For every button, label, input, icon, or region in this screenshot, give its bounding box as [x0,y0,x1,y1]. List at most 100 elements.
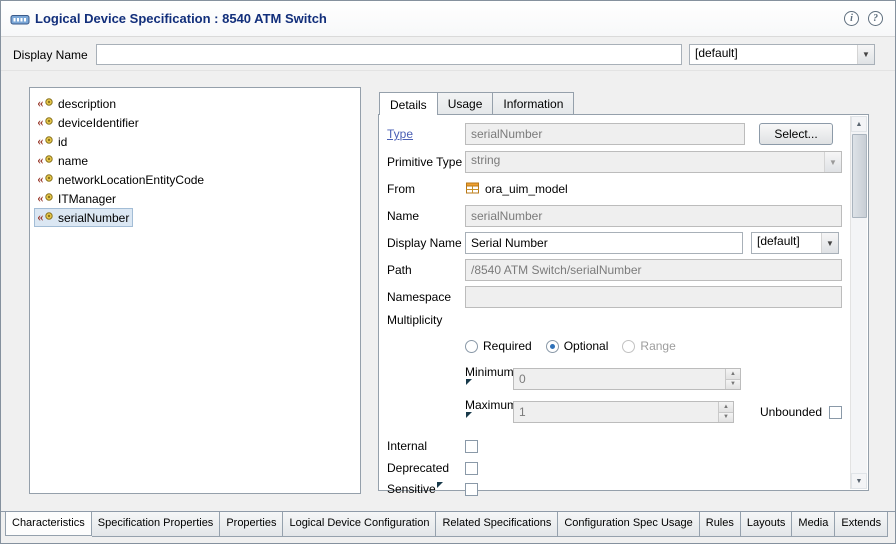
from-row: From ora_uim_model [387,180,842,198]
characteristics-tree: « description « deviceIdentifier « id « … [29,87,361,494]
sensitive-row: Sensitive [387,482,842,496]
field-display-name-input[interactable] [465,232,743,254]
tree-item-label: name [58,154,88,168]
header-actions: i ? [844,11,883,26]
tree-item-description[interactable]: « description [34,94,120,113]
bottom-tab-rules[interactable]: Rules [700,512,741,537]
display-name-row: Display Name [default] ▼ [387,232,842,254]
multiplicity-options-row: Required Optional Range [387,339,842,353]
bottom-tab-configuration-spec-usage[interactable]: Configuration Spec Usage [558,512,699,537]
path-label: Path [387,263,465,277]
svg-text:«: « [38,95,44,109]
name-row: Name serialNumber [387,205,842,227]
tree-item-label: ITManager [58,192,116,206]
type-link[interactable]: Type [387,127,465,141]
bottom-tab-logical-device-configuration[interactable]: Logical Device Configuration [283,512,436,537]
detail-tabs: Details Usage Information [378,91,869,114]
internal-row: Internal [387,439,842,453]
inherited-marker-icon [437,482,443,488]
tab-usage[interactable]: Usage [437,92,494,114]
tree-item-label: description [58,97,116,111]
tree-item-serialNumber[interactable]: « serialNumber [34,208,133,227]
deprecated-label: Deprecated [387,461,465,475]
tree-item-deviceIdentifier[interactable]: « deviceIdentifier [34,113,143,132]
help-icon[interactable]: ? [868,11,883,26]
path-row: Path /8540 ATM Switch/serialNumber [387,259,842,281]
scrollbar-thumb[interactable] [852,134,867,218]
bottom-tab-properties[interactable]: Properties [220,512,283,537]
bottom-tab-specification-properties[interactable]: Specification Properties [92,512,221,537]
tree-item-name[interactable]: « name [34,151,92,170]
scroll-down-icon[interactable]: ▼ [851,473,867,489]
characteristic-icon: « [38,190,55,207]
minimum-row: Minimum 0 ▲▼ [387,365,842,393]
details-tab-folder: Details Usage Information Type serialNum… [378,91,869,491]
characteristic-icon: « [38,152,55,169]
svg-text:«: « [38,209,44,223]
select-button[interactable]: Select... [759,123,833,145]
characteristic-icon: « [38,133,55,150]
field-locale-value: [default] [752,233,821,253]
spinner-up-icon: ▲ [719,402,733,412]
bottom-tab-extends[interactable]: Extends [835,512,888,537]
bottom-tab-characteristics[interactable]: Characteristics [5,511,92,536]
maximum-label: Maximum [465,398,513,426]
optional-radio[interactable] [546,340,559,353]
svg-text:«: « [38,152,44,166]
required-radio[interactable] [465,340,478,353]
bottom-tab-media[interactable]: Media [792,512,835,537]
tree-item-label: deviceIdentifier [58,116,139,130]
details-form: Type serialNumber Select... Primitive Ty… [387,123,842,496]
display-name-label: Display Name [13,48,88,62]
sensitive-checkbox[interactable] [465,483,478,496]
bottom-tab-layouts[interactable]: Layouts [741,512,793,537]
page-title: Logical Device Specification : 8540 ATM … [35,11,327,26]
display-name-input[interactable] [96,44,682,65]
chevron-down-icon: ▼ [821,233,838,253]
name-label: Name [387,209,465,223]
spinner-down-icon: ▼ [726,379,740,390]
locale-combo-value: [default] [690,45,857,64]
minimum-value: 0 [514,369,725,389]
bottom-tab-related-specifications[interactable]: Related Specifications [436,512,558,537]
minimum-spinner: 0 ▲▼ [513,368,741,390]
required-label: Required [483,339,532,353]
info-icon[interactable]: i [844,11,859,26]
unbounded-checkbox[interactable] [829,406,842,419]
tab-details[interactable]: Details [379,92,438,115]
multiplicity-label: Multiplicity [387,313,465,327]
vertical-scrollbar[interactable]: ▲ ▼ [850,116,867,489]
tab-information[interactable]: Information [492,92,574,114]
characteristic-icon: « [38,95,55,112]
tree-item-id[interactable]: « id [34,132,71,151]
internal-label: Internal [387,439,465,453]
type-row: Type serialNumber Select... [387,123,842,145]
tree-item-ITManager[interactable]: « ITManager [34,189,120,208]
editor-header: Logical Device Specification : 8540 ATM … [1,1,895,37]
multiplicity-row: Multiplicity [387,312,842,328]
locale-combo[interactable]: [default] ▼ [689,44,875,65]
range-label: Range [640,339,675,353]
chevron-down-icon: ▼ [824,152,841,172]
deprecated-checkbox[interactable] [465,462,478,475]
sensitive-label: Sensitive [387,482,465,496]
type-field: serialNumber [465,123,745,145]
maximum-value: 1 [514,402,718,422]
field-locale-combo[interactable]: [default] ▼ [751,232,839,254]
inherited-marker-icon [466,379,472,385]
characteristic-icon: « [38,171,55,188]
tree-item-networkLocationEntityCode[interactable]: « networkLocationEntityCode [34,170,208,189]
svg-text:«: « [38,133,44,147]
tree-item-label: id [58,135,67,149]
minimum-label: Minimum [465,365,513,393]
deprecated-row: Deprecated [387,461,842,475]
scroll-up-icon[interactable]: ▲ [851,116,867,132]
range-radio [622,340,635,353]
primitive-type-combo: string ▼ [465,151,842,173]
bottom-tab-bar: Characteristics Specification Properties… [1,511,895,543]
primitive-type-label: Primitive Type [387,155,465,169]
internal-checkbox[interactable] [465,440,478,453]
model-icon [465,181,480,198]
details-panel: Type serialNumber Select... Primitive Ty… [378,114,869,491]
logical-device-icon [10,12,30,29]
